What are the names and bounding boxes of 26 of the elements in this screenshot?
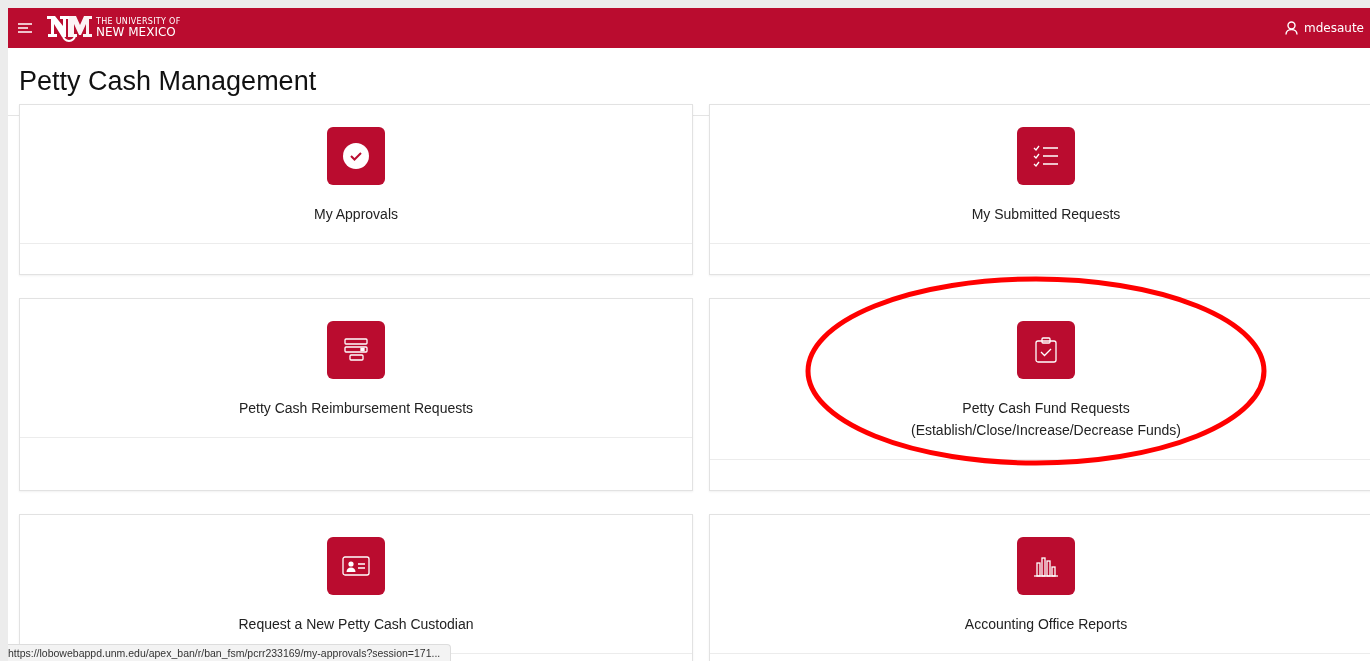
card-title: Request a New Petty Cash Custodian — [238, 615, 474, 634]
logo-icon — [46, 13, 92, 43]
form-fields-icon — [344, 338, 368, 362]
logo-text-small: THE UNIVERSITY OF — [96, 18, 181, 26]
bar-chart-icon — [1033, 555, 1059, 577]
card-title: My Approvals — [313, 205, 398, 224]
page-title: Petty Cash Management — [19, 66, 317, 97]
menu-card[interactable]: Petty Cash Reimbursement Requests — [19, 298, 693, 491]
clipboard-check-icon — [1035, 337, 1057, 363]
menu-card[interactable]: My Submitted Requests — [709, 104, 1370, 275]
id-card-icon — [342, 556, 370, 576]
card-title: My Submitted Requests — [971, 205, 1121, 224]
menu-card[interactable]: Petty Cash Fund Requests (Establish/Close/Increase/Decrease Funds) — [709, 298, 1370, 491]
menu-card[interactable]: Accounting Office Reports — [709, 514, 1370, 661]
user-icon — [1285, 21, 1298, 35]
status-url: https://lobowebappd.unm.edu/apex_ban/r/ban_fsm/pcrr233169/my-approvals?session=171... — [8, 644, 452, 661]
menu-card[interactable]: My Approvals — [19, 104, 693, 275]
checklist-icon — [1033, 144, 1059, 168]
card-title: Petty Cash Reimbursement Requests — [238, 399, 474, 418]
card-title: Petty Cash Fund Requests — [962, 399, 1130, 418]
card-subtitle: (Establish/Close/Increase/Decrease Funds) — [911, 421, 1181, 440]
menu-icon[interactable] — [18, 23, 34, 33]
logo-text: NEW MEXICO — [96, 26, 177, 38]
check-circle-icon — [343, 143, 369, 169]
card-title: Accounting Office Reports — [964, 615, 1128, 634]
user-name[interactable]: mdesaute — [1304, 21, 1364, 35]
